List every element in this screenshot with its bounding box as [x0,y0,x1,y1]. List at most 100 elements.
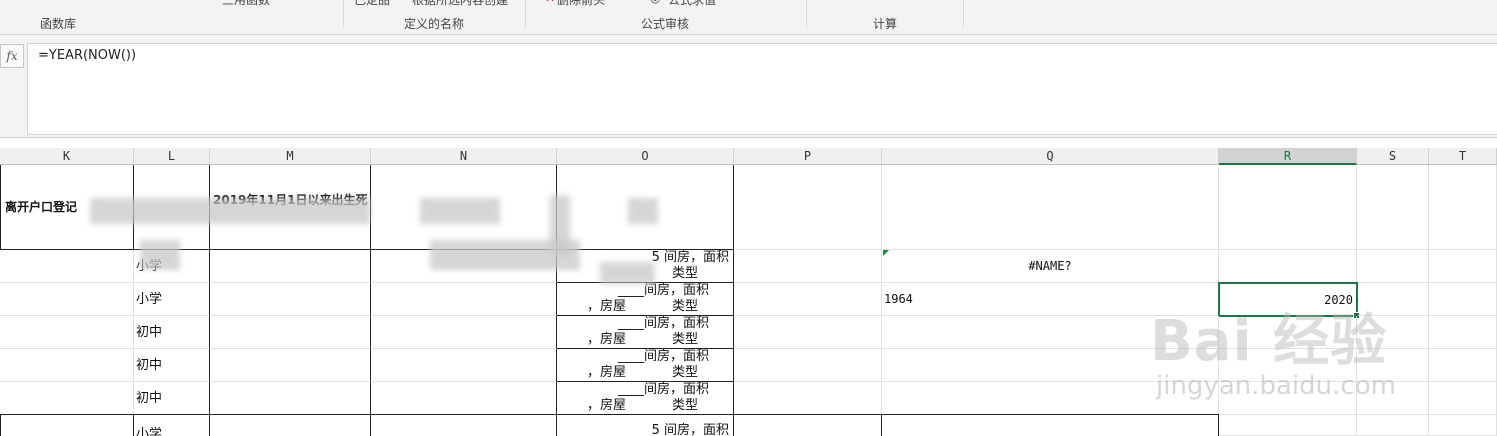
cell-r[interactable] [1219,250,1357,283]
cell-s-header[interactable] [1357,165,1429,250]
column-header-q[interactable]: Q [882,148,1219,165]
cell-o-line1: ____间房，面积 [617,349,709,364]
cell-o-line3: 类型 [672,299,699,314]
ribbon-separator [343,0,344,28]
column-header-l[interactable]: L [134,148,210,165]
redaction-blur [628,198,658,224]
cell-l[interactable]: 小学 [134,414,210,436]
column-header-p[interactable]: P [734,148,882,165]
cell-o[interactable]: ____间房，面积 ，房屋 类型 [557,316,734,349]
cell-t[interactable] [1429,316,1497,349]
cell-q-error[interactable]: #NAME? [882,250,1219,283]
remove-arrows-icon[interactable]: ✕ [545,0,555,5]
redaction-blur [140,240,180,270]
cell-k[interactable] [0,349,134,382]
group-defined-names: 定义的名称 [404,17,465,31]
cell-o[interactable]: ____间房，面积 ，房屋 类型 [557,382,734,415]
insert-function-icon[interactable]: fx [0,44,24,68]
watermark-url: jingyan.baidu.com [1156,371,1396,401]
watermark-main: Bai 经验 [1150,309,1388,374]
evaluate-formula-icon[interactable]: ◎ [650,0,660,5]
ribbon-separator [963,0,964,28]
group-calculation: 计算 [873,17,898,31]
ribbon: 三用函数 已定品 根据所选内容创建 ✕ 删除箭头 ◎ 公式求值 函数库 定义的名… [0,0,1497,35]
cell-p[interactable] [734,316,882,349]
ribbon-separator [806,0,807,28]
formula-input[interactable]: =YEAR(NOW()) [27,43,1497,135]
column-header-o[interactable]: O [557,148,734,165]
cell-t[interactable] [1429,349,1497,382]
cell-o-line1: 5 间房，面积 [651,250,729,265]
ribbon-create-from-selection[interactable]: 根据所选内容创建 [412,0,508,8]
cell-p[interactable] [734,283,882,316]
cell-p[interactable] [734,250,882,283]
cell-l[interactable]: 初中 [134,349,210,382]
cell-t[interactable] [1429,250,1497,283]
cell-q-header[interactable] [882,165,1219,250]
cell-m[interactable] [210,382,371,415]
cell-o[interactable]: ____间房，面积 ，房屋 类型 [557,283,734,316]
ribbon-remove-arrows[interactable]: 删除箭头 [557,0,605,8]
cell-o-line1: ____间房，面积 [617,283,709,298]
cell-p[interactable] [734,382,882,415]
cell-k[interactable] [0,382,134,415]
cell-k[interactable] [0,250,134,283]
cell-p[interactable] [734,349,882,382]
column-header-r[interactable]: R [1219,148,1357,165]
baidu-watermark-logo: Bai 经验 jingyan.baidu.com [1150,296,1396,401]
cell-q[interactable] [882,414,1219,436]
ribbon-evaluate-formula[interactable]: 公式求值 [668,0,716,8]
cell-s[interactable] [1357,250,1429,283]
cell-o-line2: ，房屋 [587,332,627,347]
cell-t[interactable] [1429,382,1497,415]
ribbon-partial-function-lib[interactable]: 三用函数 [222,0,270,8]
cell-m[interactable] [210,283,371,316]
column-header-t[interactable]: T [1429,148,1497,165]
cell-n[interactable] [371,414,557,436]
cell-l[interactable]: 初中 [134,316,210,349]
ribbon-partial-defined[interactable]: 已定品 [354,0,390,8]
cell-o-line3: 类型 [672,398,699,413]
cell-o-line1: ____间房，面积 [617,316,709,331]
redaction-blur [430,240,580,270]
column-header-s[interactable]: S [1357,148,1429,165]
error-indicator-icon[interactable] [883,250,889,256]
cell-o-line2: ，房屋 [587,365,627,380]
cell-k[interactable] [0,283,134,316]
cell-k[interactable] [0,414,134,436]
cell-n[interactable] [371,316,557,349]
cell-l[interactable]: 初中 [134,382,210,415]
cell-r[interactable] [1219,414,1357,436]
cell-n[interactable] [371,382,557,415]
cell-o[interactable]: 5 间房，面积 [557,414,734,436]
column-header-n[interactable]: N [371,148,557,165]
cell-o[interactable]: ____间房，面积 ，房屋 类型 [557,349,734,382]
cell-p[interactable] [734,414,882,436]
formula-bar: fx =YEAR(NOW()) [0,35,1497,138]
cell-t-header[interactable] [1429,165,1497,250]
cell-n[interactable] [371,283,557,316]
cell-o-line1: 5 间房，面积 [651,423,729,436]
cell-t[interactable] [1429,414,1497,436]
cell-m[interactable] [210,349,371,382]
ribbon-separator [525,0,526,28]
cell-m[interactable] [210,316,371,349]
cell-p-header[interactable] [734,165,882,250]
cell-k[interactable] [0,316,134,349]
cell-r-header[interactable] [1219,165,1357,250]
cell-m[interactable] [210,414,371,436]
column-header-k[interactable]: K [0,148,134,165]
redaction-blur [420,198,500,224]
cell-o-line3: 类型 [672,332,699,347]
cell-o-line2: ，房屋 [587,398,627,413]
cell-o-line2: 类型 [672,266,699,281]
redaction-blur [90,198,370,224]
cell-n[interactable] [371,349,557,382]
column-header-m[interactable]: M [210,148,371,165]
cell-t[interactable] [1429,283,1497,316]
group-function-library: 函数库 [40,17,77,31]
cell-l[interactable]: 小学 [134,283,210,316]
cell-s[interactable] [1357,414,1429,436]
cell-m[interactable] [210,250,371,283]
group-formula-auditing: 公式审核 [641,17,690,31]
